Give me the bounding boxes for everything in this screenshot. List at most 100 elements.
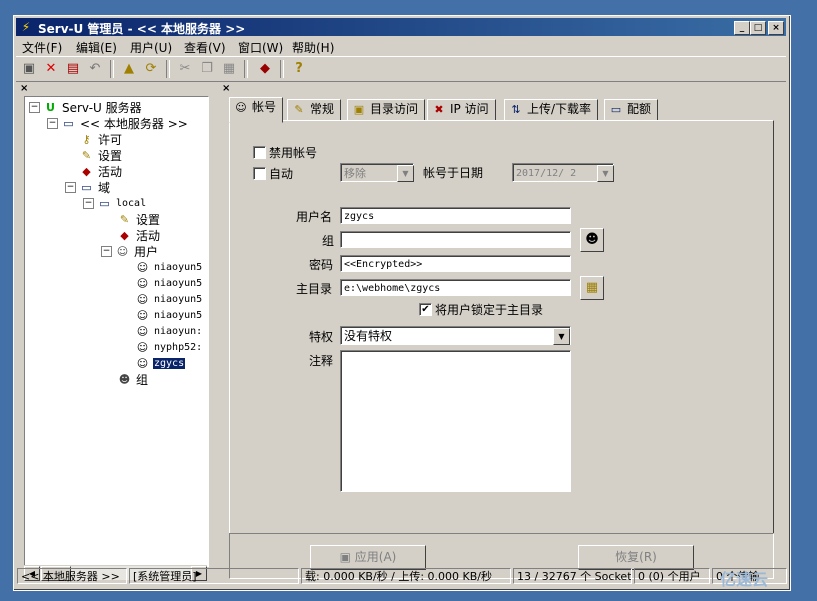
left-pane-close[interactable]: × [20,83,28,94]
computer-icon: ▭ [63,116,74,130]
settings-icon: ✎ [294,102,304,116]
close-button[interactable]: × [768,21,784,35]
group-browse-button[interactable]: ☻ [580,228,604,252]
status-speed: 载: 0.000 KB/秒 / 上传: 0.000 KB/秒 [301,568,511,584]
auto-action-dropdown-icon[interactable]: ▼ [397,165,414,182]
tree-node-domains[interactable]: − ▭ 域 [65,179,111,195]
menu-view[interactable]: 查看(V) [184,39,226,56]
folder-up-icon[interactable]: ▲ [120,60,138,78]
watermark: 亿速云 [720,570,769,589]
disable-account-label: 禁用帐号 [269,146,318,160]
menu-window[interactable]: 窗口(W) [238,39,283,56]
collapse-icon[interactable]: − [101,246,112,257]
menu-help[interactable]: 帮助(H) [292,39,334,56]
key-icon: ⚷ [82,132,91,146]
cut-icon[interactable]: ✂ [176,60,194,78]
users-icon: ☺ [116,244,129,258]
tab-general[interactable]: ✎ 常规 [287,99,342,121]
toolbar: ▣ ✕ ▤ ↶ ▲ ⟳ ✂ ❐ ▦ ◆ ? [16,56,786,82]
collapse-icon[interactable]: − [83,198,94,209]
tree-node-activity[interactable]: ◆ 活动 [79,163,123,179]
tab-dir-access[interactable]: ▣ 目录访问 [347,99,426,121]
tree-node-users[interactable]: − ☺ 用户 [101,243,159,259]
tree-node-groups[interactable]: ☻ 组 [117,371,149,387]
status-server: << 本地服务器 >> [17,568,127,584]
expire-date-dropdown-icon[interactable]: ▼ [597,165,614,182]
status-users: 0 (0) 个用户 [634,568,710,584]
activity-icon: ◆ [82,164,91,178]
minimize-button[interactable]: _ [734,21,750,35]
tree-node-user[interactable]: ☺ niaoyun: [135,323,203,339]
user-icon: ☺ [136,324,149,338]
collapse-icon[interactable]: − [65,182,76,193]
servu-icon: U [46,100,55,114]
tree-node-settings[interactable]: ✎ 设置 [79,147,123,163]
auto-checkbox[interactable] [253,167,266,180]
refresh-icon[interactable]: ⟳ [142,60,160,78]
paste-icon[interactable]: ▦ [220,60,238,78]
user-icon: ☺ [136,260,149,274]
status-sockets: 13 / 32767 个 Socket [513,568,632,584]
tree-node-license[interactable]: ⚷ 许可 [79,131,123,147]
copy-config-icon[interactable]: ▤ [64,60,82,78]
home-dir-label: 主目录 [296,282,333,296]
pane-splitter[interactable] [210,96,218,580]
tree-node-domain-settings[interactable]: ✎ 设置 [117,211,161,227]
collapse-icon[interactable]: − [29,102,40,113]
notes-label: 注释 [309,354,334,368]
tree-node-server[interactable]: − ▭ << 本地服务器 >> [47,115,189,131]
tree-node-user[interactable]: ☺ niaoyun5 [135,291,203,307]
username-input[interactable]: zgycs [340,207,571,224]
tree-node-user[interactable]: ☺ nyphp52: [135,339,203,355]
tree-node-user[interactable]: ☺ niaoyun5 [135,275,203,291]
menu-file[interactable]: 文件(F) [22,39,62,56]
quota-icon: ▭ [610,102,622,116]
menu-user[interactable]: 用户(U) [130,39,172,56]
delete-icon[interactable]: ✕ [42,60,60,78]
folder-icon: ▦ [585,280,599,295]
server-tree: − U Serv-U 服务器 − ▭ << 本地服务器 >> ⚷ 许可 ✎ 设置 ◆ 活动 −… [24,96,209,567]
password-input[interactable]: <<Encrypted>> [340,255,571,272]
title-bar[interactable]: ⚡ Serv-U 管理员 - << 本地服务器 >> _ □ × [16,18,786,36]
privilege-select[interactable]: 没有特权 [340,326,571,345]
tab-quota[interactable]: ▭ 配额 [604,99,659,121]
undo-icon[interactable]: ↶ [86,60,104,78]
group-input[interactable] [340,231,571,248]
tree-node-root[interactable]: − U Serv-U 服务器 [29,99,143,115]
home-dir-browse-button[interactable]: ▦ [580,276,604,300]
tab-account[interactable]: ☺ 帐号 [229,97,284,123]
toolbar-separator [280,60,284,78]
maximize-button[interactable]: □ [750,21,766,35]
right-pane-close[interactable]: × [222,83,230,94]
book-icon[interactable]: ◆ [256,60,274,78]
group-icon: ☻ [118,372,131,386]
menu-edit[interactable]: 编辑(E) [76,39,117,56]
user-icon: ☺ [136,356,149,370]
help-icon[interactable]: ? [290,60,308,78]
tree-node-domain-activity[interactable]: ◆ 活动 [117,227,161,243]
privilege-dropdown-icon[interactable]: ▼ [553,328,570,345]
user-icon: ☺ [235,100,247,114]
save-icon[interactable]: ▣ [20,60,38,78]
tree-node-user-selected[interactable]: ☺ zgycs [135,355,186,371]
domain-icon: ▭ [81,180,92,194]
home-dir-input[interactable]: e:\webhome\zgycs [340,279,571,296]
tab-ip-access[interactable]: ✖ IP 访问 [427,99,496,121]
activity-icon: ◆ [120,228,129,242]
tab-transfer-rate[interactable]: ⇅ 上传/下载率 [504,99,599,121]
lock-icon: ▣ [353,102,365,116]
group-label: 组 [322,234,335,248]
tree-node-user[interactable]: ☺ niaoyun5 [135,259,203,275]
window-title: Serv-U 管理员 - << 本地服务器 >> [38,22,246,36]
save-icon: ▣ [339,550,355,564]
status-role: [系统管理员] [129,568,299,584]
tree-node-domain-local[interactable]: − ▭ local [83,195,147,211]
lock-home-checkbox[interactable]: ✔ [419,303,432,316]
copy-icon[interactable]: ❐ [198,60,216,78]
expire-date-label: 帐号于日期 [423,166,484,180]
username-label: 用户名 [296,210,333,224]
disable-account-checkbox[interactable] [253,146,266,159]
tree-node-user[interactable]: ☺ niaoyun5 [135,307,203,323]
notes-textarea[interactable] [340,350,571,492]
collapse-icon[interactable]: − [47,118,58,129]
